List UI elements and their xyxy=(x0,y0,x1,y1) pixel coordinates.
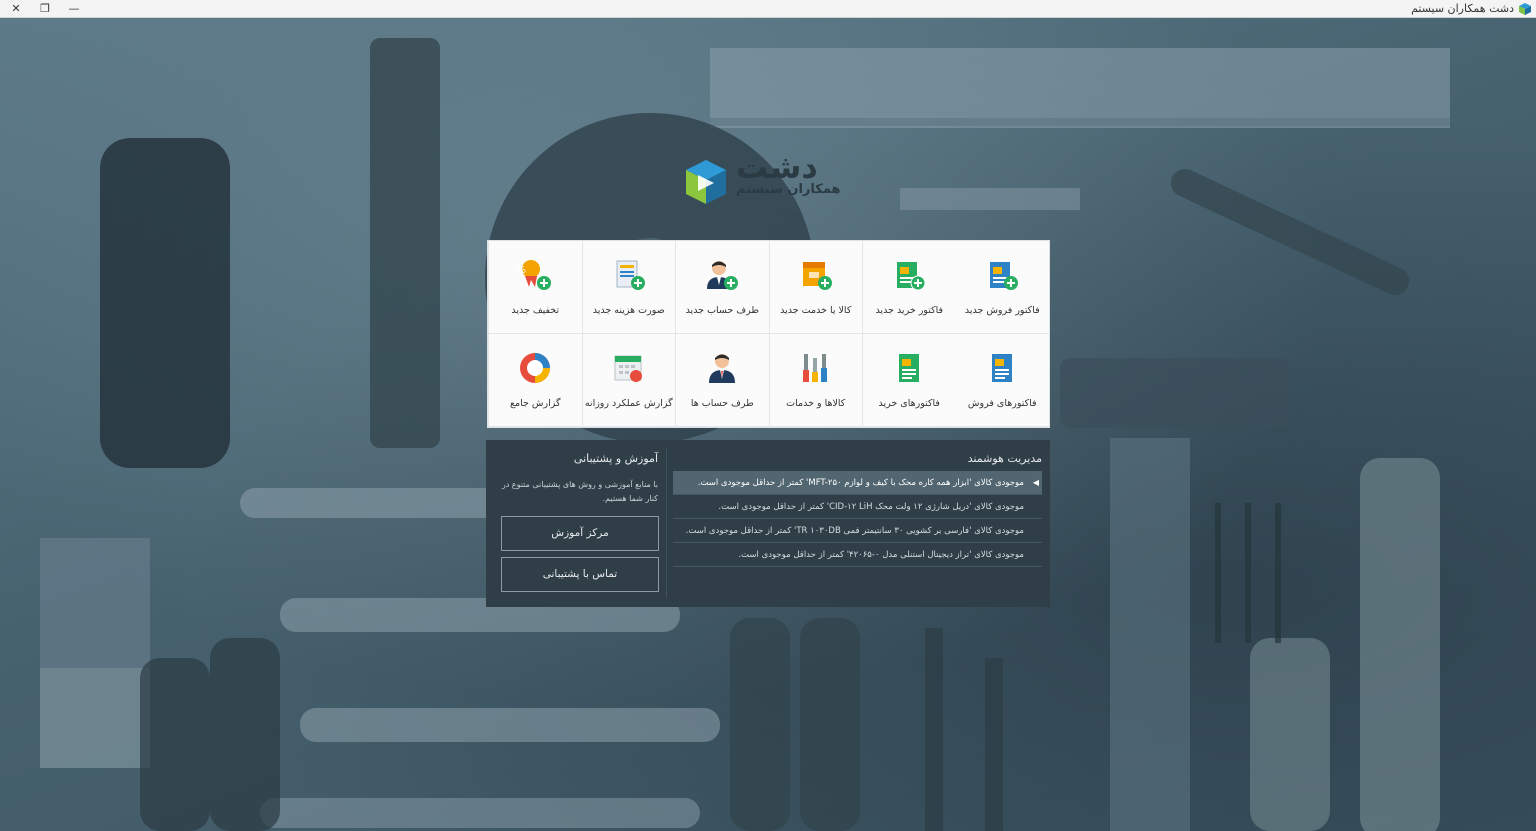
smart-management-title: مدیریت هوشمند xyxy=(967,452,1042,465)
sales-invoice-add-icon xyxy=(990,262,1019,290)
close-button[interactable]: ✕ xyxy=(9,2,23,16)
purchase-invoice-add-icon xyxy=(897,262,926,291)
daily-report-icon xyxy=(614,355,642,382)
tile-label: فاکتورهای خرید xyxy=(878,398,940,409)
tile-label: کالاها و خدمات xyxy=(786,398,846,409)
dasht-logo: دشت همکاران سیستم xyxy=(684,148,854,210)
purchase-invoices-icon xyxy=(899,354,920,382)
tile-label: فاکتور فروش جدید xyxy=(964,305,1040,316)
tile-sales-invoices[interactable]: فاکتورهای فروش xyxy=(955,334,1049,427)
tools-icon xyxy=(802,354,827,382)
contact-support-button[interactable]: تماس با پشتیبانی xyxy=(501,557,659,592)
triangle-left-icon: ◀ xyxy=(1032,478,1039,487)
logo-subtext: همکاران سیستم xyxy=(736,182,841,197)
comprehensive-report-icon xyxy=(520,353,551,383)
tile-new-purchase-invoice[interactable]: فاکتور خرید جدید xyxy=(862,241,956,334)
minimize-button[interactable]: — xyxy=(67,2,81,16)
discount-add-icon: % xyxy=(517,260,552,290)
tile-new-product[interactable]: کالا یا خدمت جدید xyxy=(768,241,862,334)
tile-label: تخفیف جدید xyxy=(511,305,560,316)
tile-accounts[interactable]: طرف حساب ها xyxy=(675,334,769,427)
app-logo-icon xyxy=(1519,3,1531,15)
accounts-icon xyxy=(709,354,736,383)
account-add-icon xyxy=(707,261,739,290)
window-title: دشت همکاران سیستم xyxy=(1411,2,1514,15)
tile-new-sales-invoice[interactable]: فاکتور فروش جدید xyxy=(955,241,1049,334)
quick-access-grid: فاکتور فروش جدید فاکتور خرید جدید کالا ی… xyxy=(487,240,1050,428)
logo-text: دشت xyxy=(736,148,818,186)
product-add-icon xyxy=(802,262,832,290)
sales-invoices-icon xyxy=(992,354,1013,382)
tile-new-discount[interactable]: % تخفیف جدید xyxy=(488,241,582,334)
svg-text:%: % xyxy=(517,265,526,276)
tile-label: گزارش جامع xyxy=(509,398,561,409)
tile-products-services[interactable]: کالاها و خدمات xyxy=(768,334,862,427)
list-item[interactable]: موجودی کالای 'فارسی بر کشویی ۳۰ سانتیمتر… xyxy=(673,519,1042,543)
tile-new-expense[interactable]: صورت هزینه جدید xyxy=(581,241,675,334)
dasht-logo-icon xyxy=(686,160,726,204)
tile-label: گزارش عملکرد روزانه xyxy=(584,398,673,409)
panel-divider xyxy=(666,448,667,598)
tile-purchase-invoices[interactable]: فاکتورهای خرید xyxy=(862,334,956,427)
tile-label: طرف حساب ها xyxy=(690,398,754,409)
list-item[interactable]: موجودی کالای 'دریل شارژی ۱۲ ولت محک CID-… xyxy=(673,495,1042,519)
restore-button[interactable]: ❐ xyxy=(38,2,52,16)
list-item[interactable]: ◀ موجودی کالای 'ابزار همه کاره محک با کی… xyxy=(673,471,1042,495)
support-description: با منابع آموزشی و روش های پشتیبانی متنوع… xyxy=(501,480,658,503)
title-bar: ✕ ❐ — دشت همکاران سیستم xyxy=(0,0,1536,18)
tile-label: فاکتور خرید جدید xyxy=(875,305,944,316)
tile-new-account[interactable]: طرف حساب جدید xyxy=(675,241,769,334)
tile-comprehensive-report[interactable]: گزارش جامع xyxy=(488,334,582,427)
support-title: آموزش و پشتیبانی xyxy=(573,452,658,465)
training-center-button[interactable]: مرکز آموزش xyxy=(501,516,659,551)
tile-label: کالا یا خدمت جدید xyxy=(780,305,852,316)
list-item[interactable]: موجودی کالای 'تراز دیجیتال استنلی مدل ۰-… xyxy=(673,543,1042,567)
tile-label: طرف حساب جدید xyxy=(685,305,759,316)
expense-add-icon xyxy=(616,260,645,290)
tile-label: صورت هزینه جدید xyxy=(592,305,665,316)
smart-management-list: ◀ موجودی کالای 'ابزار همه کاره محک با کی… xyxy=(673,471,1042,567)
tile-label: فاکتورهای فروش xyxy=(967,398,1037,409)
tile-daily-report[interactable]: گزارش عملکرد روزانه xyxy=(581,334,675,427)
